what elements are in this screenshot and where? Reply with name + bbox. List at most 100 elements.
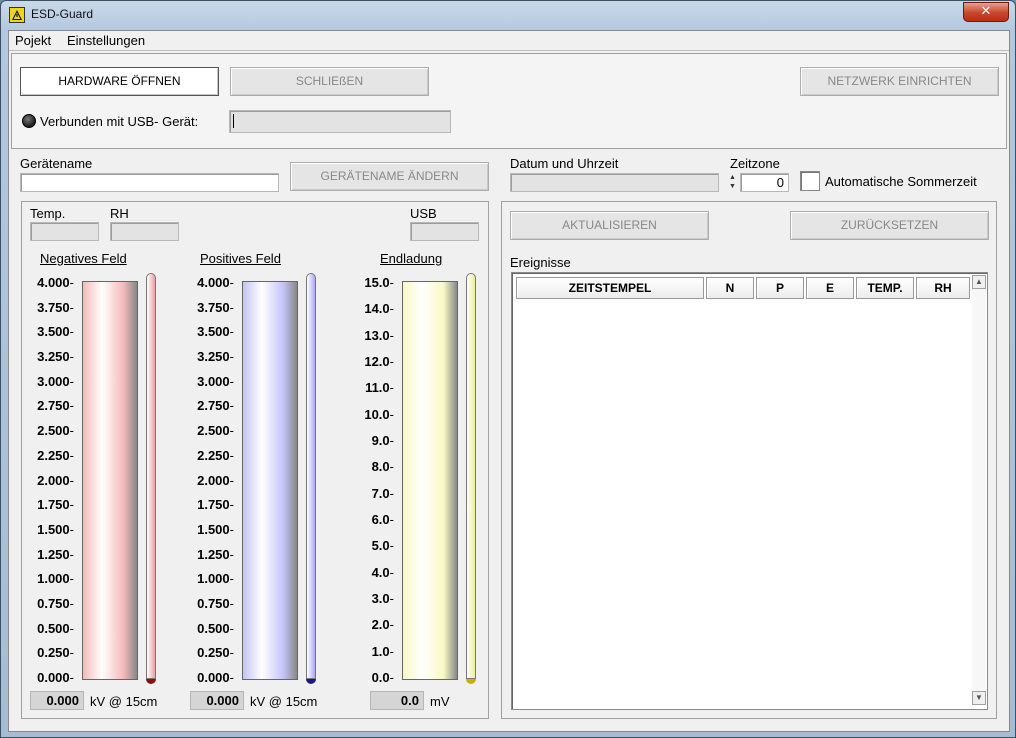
dst-label: Automatische Sommerzeit: [825, 174, 977, 189]
esd-warning-icon: [9, 7, 25, 23]
discharge-tick-label: 7.0: [348, 486, 394, 501]
spin-up-icon[interactable]: ▲: [729, 173, 739, 182]
temp-field: [30, 222, 99, 241]
discharge-tick-label: 4.0: [348, 565, 394, 580]
discharge-tick-label: 10.0: [348, 407, 394, 422]
negative-field-tick-label: 0.250: [28, 645, 74, 660]
title-bar[interactable]: ESD-Guard ✕: [1, 1, 1015, 29]
negative-unit: kV @ 15cm: [90, 694, 158, 709]
negative-field-tick-label: 1.000: [28, 571, 74, 586]
close-hardware-button[interactable]: SCHLIEßEN: [230, 67, 429, 96]
column-header-p[interactable]: P: [756, 277, 804, 299]
positive-field-tick-label: 0.000: [188, 670, 234, 685]
open-hardware-button[interactable]: HARDWARE ÖFFNEN: [20, 67, 219, 96]
discharge-bar: [402, 281, 458, 680]
positive-field-tick-label: 0.750: [188, 596, 234, 611]
datetime-label: Datum und Uhrzeit: [510, 156, 619, 171]
negative-field-tick-label: 1.750: [28, 497, 74, 512]
negative-field-tick-label: 3.500: [28, 324, 74, 339]
discharge-tick-label: 14.0: [348, 301, 394, 316]
column-header-temp[interactable]: TEMP.: [856, 277, 914, 299]
datetime-field: [510, 173, 719, 192]
negative-field-tick-label: 3.250: [28, 349, 74, 364]
scroll-down-icon[interactable]: ▼: [972, 691, 986, 705]
discharge-tick-label: 13.0: [348, 328, 394, 343]
spin-down-icon[interactable]: ▼: [729, 182, 739, 191]
positive-readout: 0.000: [190, 691, 244, 710]
events-label: Ereignisse: [510, 255, 571, 270]
temp-label: Temp.: [30, 206, 66, 221]
column-header-e[interactable]: E: [806, 277, 854, 299]
negative-field-tick-label: 0.750: [28, 596, 74, 611]
column-header-timestamp[interactable]: ZEITSTEMPEL: [516, 277, 704, 299]
events-table[interactable]: ZEITSTEMPEL N P E TEMP. RH ▲ ▼: [511, 272, 988, 710]
discharge-tick-label: 5.0: [348, 538, 394, 553]
menu-einstellungen[interactable]: Einstellungen: [67, 33, 145, 48]
positive-field-tick-label: 0.250: [188, 645, 234, 660]
timezone-input[interactable]: 0: [740, 173, 789, 192]
scroll-up-icon[interactable]: ▲: [972, 275, 986, 289]
discharge-unit: mV: [430, 694, 450, 709]
negative-field-level-indicator: [146, 273, 156, 679]
negative-field-tick-label: 0.000: [28, 670, 74, 685]
negative-readout: 0.000: [30, 691, 84, 710]
negative-field-title: Negatives Feld: [40, 251, 127, 266]
positive-field-tick-label: 0.500: [188, 621, 234, 636]
negative-field-tick-label: 2.000: [28, 473, 74, 488]
positive-field-tick-label: 3.000: [188, 374, 234, 389]
usb-connected-label: Verbunden mit USB- Gerät:: [40, 114, 199, 129]
text-cursor: [233, 114, 234, 128]
reset-button[interactable]: ZURÜCKSETZEN: [790, 211, 989, 240]
positive-unit: kV @ 15cm: [250, 694, 318, 709]
discharge-tick-label: 15.0: [348, 275, 394, 290]
menu-projekt[interactable]: Pojekt: [15, 33, 51, 48]
column-header-n[interactable]: N: [706, 277, 754, 299]
close-window-button[interactable]: ✕: [963, 2, 1009, 22]
discharge-tick-label: 1.0: [348, 644, 394, 659]
positive-field-tick-label: 1.500: [188, 522, 234, 537]
rename-device-button[interactable]: GERÄTENAME ÄNDERN: [290, 162, 489, 191]
dst-checkbox[interactable]: [800, 171, 820, 191]
positive-field-tick-label: 3.250: [188, 349, 234, 364]
positive-field-tick-label: 2.500: [188, 423, 234, 438]
vertical-scrollbar[interactable]: [972, 289, 986, 691]
negative-field-tick-label: 1.500: [28, 522, 74, 537]
usb-status-led-icon: [22, 114, 36, 128]
menu-bar: Pojekt Einstellungen: [9, 31, 1009, 51]
usb-device-field[interactable]: [229, 110, 451, 133]
usb-label: USB: [410, 206, 437, 221]
discharge-tick-label: 8.0: [348, 459, 394, 474]
rh-field: [110, 222, 179, 241]
discharge-title: Endladung: [380, 251, 443, 266]
negative-field-tick-label: 4.000: [28, 275, 74, 290]
app-window: ESD-Guard ✕ Pojekt Einstellungen HARDWAR…: [0, 0, 1016, 738]
positive-field-tick-label: 1.750: [188, 497, 234, 512]
timezone-spinner[interactable]: ▲ ▼: [729, 173, 739, 193]
window-title: ESD-Guard: [31, 7, 94, 21]
discharge-tick-label: 6.0: [348, 512, 394, 527]
discharge-tick-label: 3.0: [348, 591, 394, 606]
positive-field-tick-label: 2.250: [188, 448, 234, 463]
client-area: Pojekt Einstellungen HARDWARE ÖFFNEN SCH…: [8, 30, 1010, 732]
positive-field-title: Positives Feld: [200, 251, 281, 266]
positive-field-tick-label: 1.000: [188, 571, 234, 586]
rh-label: RH: [110, 206, 129, 221]
negative-field-tick-label: 0.500: [28, 621, 74, 636]
discharge-readout: 0.0: [370, 691, 424, 710]
discharge-tick-label: 0.0: [348, 670, 394, 685]
positive-field-level-indicator: [306, 273, 316, 679]
column-header-rh[interactable]: RH: [916, 277, 970, 299]
positive-field-tick-label: 2.000: [188, 473, 234, 488]
positive-field-tick-label: 4.000: [188, 275, 234, 290]
negative-field-tick-label: 2.750: [28, 398, 74, 413]
positive-field-tick-label: 1.250: [188, 547, 234, 562]
positive-field-tick-label: 2.750: [188, 398, 234, 413]
discharge-tick-label: 11.0: [348, 380, 394, 395]
timezone-label: Zeitzone: [730, 156, 780, 171]
negative-field-tick-label: 2.500: [28, 423, 74, 438]
device-name-input[interactable]: [20, 173, 279, 192]
discharge-tick-label: 9.0: [348, 433, 394, 448]
positive-field-bar: [242, 281, 298, 680]
network-setup-button[interactable]: NETZWERK EINRICHTEN: [800, 67, 999, 96]
refresh-button[interactable]: AKTUALISIEREN: [510, 211, 709, 240]
